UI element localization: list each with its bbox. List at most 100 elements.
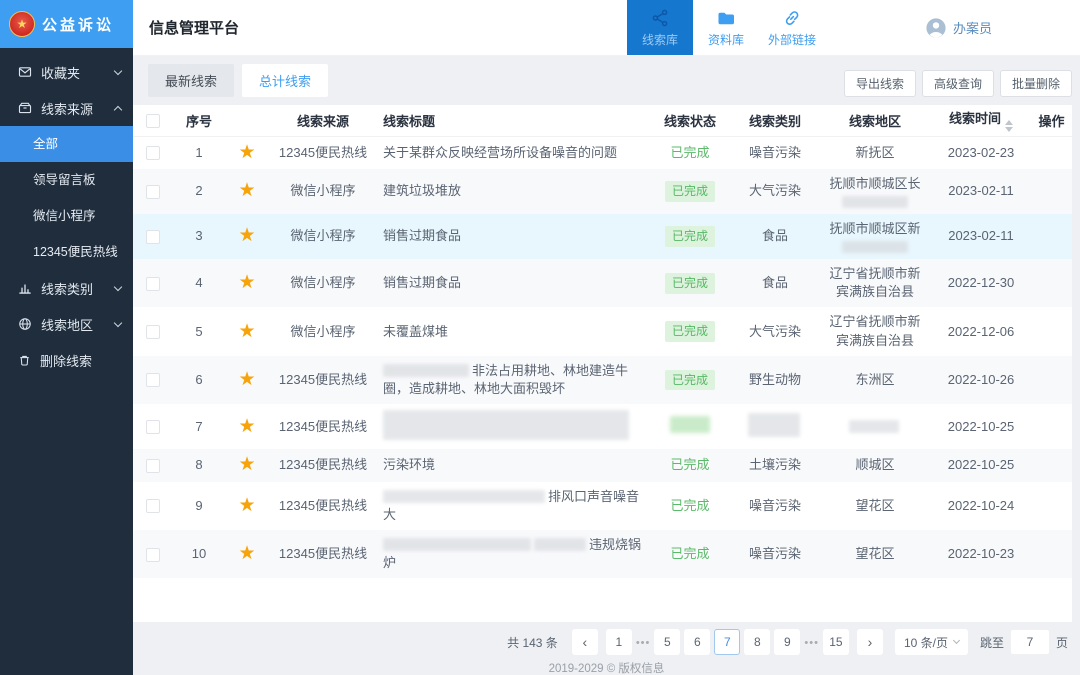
page-ellipsis[interactable]: ••• (636, 637, 651, 649)
clue-region: 东洲区 (855, 372, 894, 387)
sidebar-subitem-1[interactable]: 领导留言板 (0, 162, 133, 198)
prev-page-button[interactable]: ‹ (572, 629, 598, 655)
sidebar-item-label: 线索地区 (41, 315, 93, 334)
cell-region: 新抚区 (819, 136, 931, 169)
jump-page-input[interactable] (1010, 629, 1050, 655)
row-checkbox[interactable] (146, 373, 160, 387)
national-emblem-icon: ★ (9, 11, 35, 37)
cell-checkbox (133, 214, 173, 259)
star-icon[interactable]: ★ (238, 180, 255, 201)
sidebar-item-label: 线索类别 (41, 279, 93, 298)
next-page-button[interactable]: › (857, 629, 883, 655)
cell-checkbox (133, 307, 173, 355)
star-icon[interactable]: ★ (238, 454, 255, 475)
bar-chart-icon (18, 281, 32, 295)
star-icon[interactable]: ★ (238, 272, 255, 293)
sidebar-item-clue-category[interactable]: 线索类别 (0, 270, 133, 306)
nav-tab-data-library[interactable]: 资料库 (693, 0, 759, 55)
sidebar-subitem-0[interactable]: 全部 (0, 126, 133, 162)
col-header-8[interactable]: 线索时间 (931, 105, 1031, 136)
row-checkbox[interactable] (146, 325, 160, 339)
cell-region: 辽宁省抚顺市新宾满族自治县 (819, 307, 931, 355)
cell-status: 已完成 (649, 449, 731, 481)
top-header: 信息管理平台 线索库 资料库 外部链接 办案员 (133, 0, 1080, 56)
nav-tab-clue-library[interactable]: 线索库 (627, 0, 693, 55)
folder-icon (716, 8, 736, 28)
status-badge: 已完成 (665, 370, 715, 391)
cell-source: 12345便民热线 (269, 530, 377, 578)
batch-delete-button[interactable]: 批量删除 (1000, 70, 1072, 97)
page-number[interactable]: 15 (823, 629, 849, 655)
sidebar-item-clue-region[interactable]: 线索地区 (0, 306, 133, 342)
cell-source: 微信小程序 (269, 214, 377, 259)
bottom-band: 共 143 条 ‹ 1•••56789•••15 › 10 条/页 跳至 页 2… (133, 622, 1080, 675)
redacted-text-block (534, 538, 586, 551)
content-tabs: 最新线索 总计线索 (148, 64, 328, 97)
clue-date: 2022-10-26 (948, 372, 1015, 387)
page-ellipsis[interactable]: ••• (804, 637, 819, 649)
advanced-query-button[interactable]: 高级查询 (922, 70, 994, 97)
page-size-select[interactable]: 10 条/页 (895, 629, 968, 655)
sidebar-subitem-2[interactable]: 微信小程序 (0, 198, 133, 234)
clue-table-card: 序号线索来源线索标题线索状态线索类别线索地区线索时间操作 1★12345便民热线… (133, 105, 1072, 622)
main-area: 信息管理平台 线索库 资料库 外部链接 办案员 (133, 0, 1080, 675)
cell-category: 食品 (731, 259, 819, 307)
cell-region: 顺城区 (819, 449, 931, 481)
cell-actions (1031, 259, 1072, 307)
row-checkbox[interactable] (146, 185, 160, 199)
cell-star: ★ (225, 169, 269, 214)
cell-status: 已完成 (649, 482, 731, 530)
row-checkbox[interactable] (146, 277, 160, 291)
sidebar-subitem-3[interactable]: 12345便民热线 (0, 234, 133, 270)
page-number[interactable]: 8 (744, 629, 770, 655)
row-checkbox[interactable] (146, 146, 160, 160)
sidebar-item-delete-clues[interactable]: 删除线索 (0, 342, 133, 378)
cell-title: 未覆盖煤堆 (377, 307, 649, 355)
clue-source: 12345便民热线 (279, 498, 367, 513)
clue-region: 辽宁省抚顺市新宾满族自治县 (829, 266, 920, 299)
select-all-checkbox[interactable] (146, 114, 160, 128)
export-clues-button[interactable]: 导出线索 (844, 70, 916, 97)
row-checkbox[interactable] (146, 548, 160, 562)
cell-date: 2023-02-11 (931, 214, 1031, 259)
row-index: 4 (195, 275, 202, 290)
cell-category (731, 404, 819, 449)
page-number[interactable]: 6 (684, 629, 710, 655)
star-icon[interactable]: ★ (238, 543, 255, 564)
clue-region: 顺城区 (855, 457, 894, 472)
row-checkbox[interactable] (146, 499, 160, 513)
cell-date: 2022-10-24 (931, 482, 1031, 530)
clue-date: 2023-02-11 (948, 183, 1014, 198)
tab-total-clues[interactable]: 总计线索 (242, 64, 328, 97)
cell-category: 大气污染 (731, 169, 819, 214)
row-checkbox[interactable] (146, 230, 160, 244)
page-number[interactable]: 5 (654, 629, 680, 655)
star-icon[interactable]: ★ (238, 321, 255, 342)
cell-category: 噪音污染 (731, 530, 819, 578)
cell-category: 野生动物 (731, 356, 819, 404)
cell-actions (1031, 482, 1072, 530)
redacted-text-block (849, 420, 899, 433)
col-header-3: 线索来源 (269, 105, 377, 136)
star-icon[interactable]: ★ (238, 142, 255, 163)
sidebar-item-clue-source[interactable]: 线索来源 (0, 90, 133, 126)
star-icon[interactable]: ★ (238, 495, 255, 516)
page-number-current[interactable]: 7 (714, 629, 740, 655)
clue-title: 销售过期食品 (383, 275, 461, 290)
star-icon[interactable]: ★ (238, 369, 255, 390)
page-number-list: 1•••56789•••15 (604, 629, 851, 655)
row-checkbox[interactable] (146, 459, 160, 473)
row-checkbox[interactable] (146, 420, 160, 434)
star-icon[interactable]: ★ (238, 225, 255, 246)
user-menu[interactable]: 办案员 (925, 0, 992, 55)
cell-source: 12345便民热线 (269, 356, 377, 404)
page-number[interactable]: 9 (774, 629, 800, 655)
tab-latest-clues[interactable]: 最新线索 (148, 64, 234, 97)
table-row: 7★12345便民热线2022-10-25 (133, 404, 1072, 449)
nav-tab-external-links[interactable]: 外部链接 (759, 0, 825, 55)
sort-caret-icon[interactable] (1005, 120, 1013, 132)
cell-star: ★ (225, 449, 269, 481)
page-number[interactable]: 1 (606, 629, 632, 655)
star-icon[interactable]: ★ (238, 416, 255, 437)
sidebar-item-favorites[interactable]: 收藏夹 (0, 54, 133, 90)
